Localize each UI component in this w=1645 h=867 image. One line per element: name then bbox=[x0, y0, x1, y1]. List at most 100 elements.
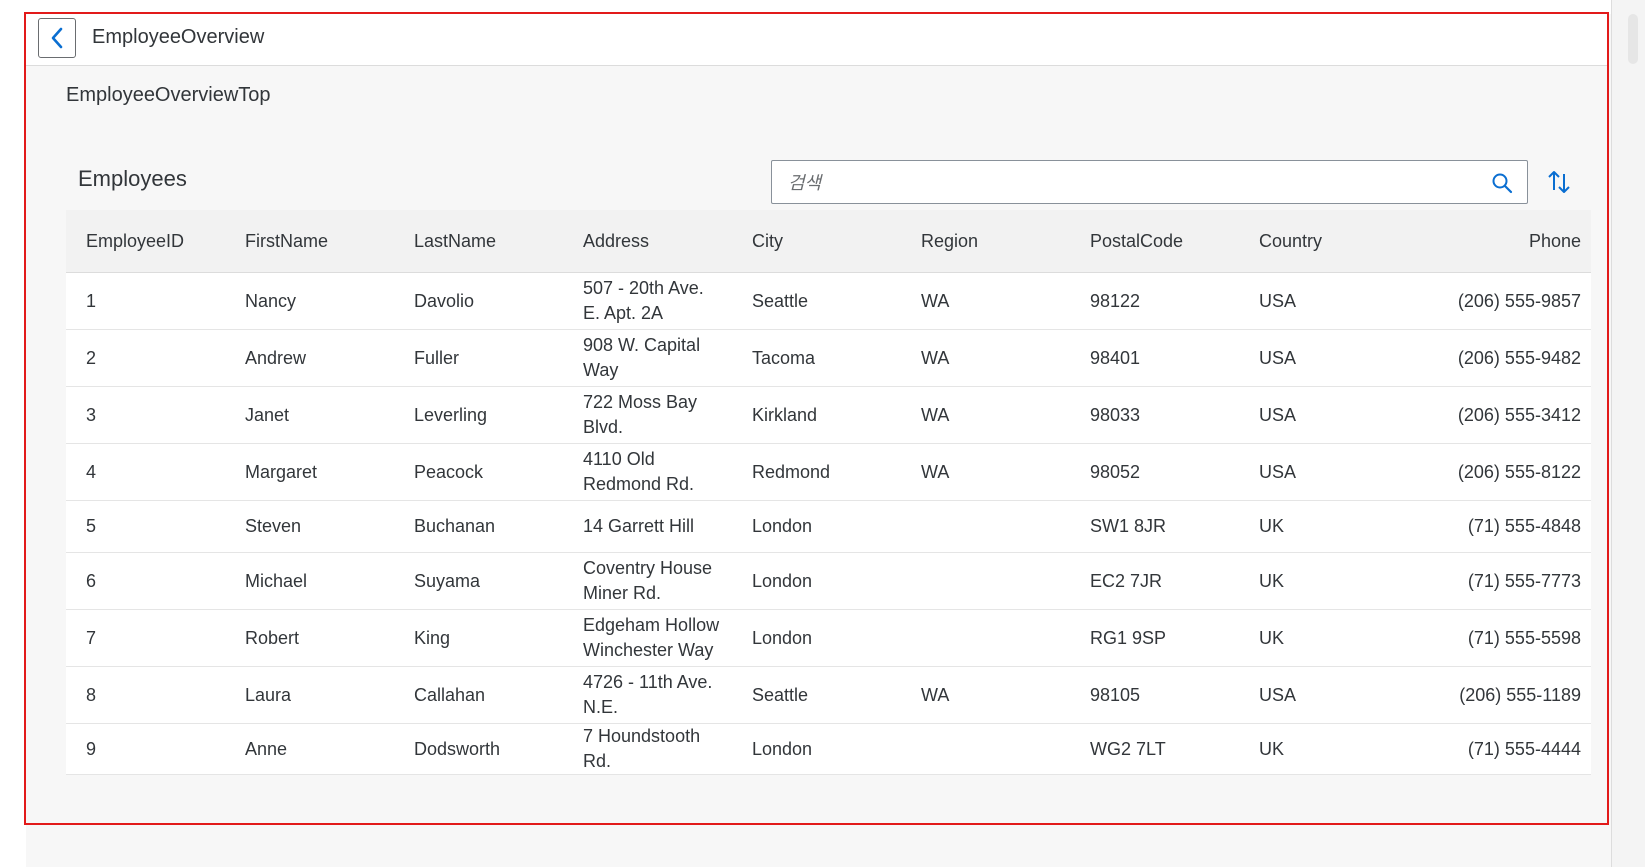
sort-icon[interactable] bbox=[1545, 168, 1573, 196]
cell-postalcode: RG1 9SP bbox=[1090, 627, 1167, 648]
cell-employeeid: 4 bbox=[86, 461, 97, 482]
cell-phone: (71) 555-7773 bbox=[1467, 570, 1581, 591]
cell-phone: (71) 555-5598 bbox=[1467, 627, 1581, 648]
cell-lastname: Callahan bbox=[414, 684, 486, 705]
column-header-postalcode[interactable]: PostalCode bbox=[1070, 229, 1239, 254]
chevron-left-icon bbox=[51, 27, 63, 49]
cell-address: 507 - 20th Ave. E. Apt. 2A bbox=[583, 278, 704, 323]
cell-address: 4110 Old Redmond Rd. bbox=[583, 449, 695, 494]
cell-lastname: Suyama bbox=[414, 570, 481, 591]
cell-postalcode: WG2 7LT bbox=[1090, 738, 1166, 759]
column-header-phone[interactable]: Phone bbox=[1408, 229, 1591, 254]
cell-phone: (206) 555-9857 bbox=[1457, 290, 1581, 311]
column-header-country[interactable]: Country bbox=[1239, 229, 1408, 254]
table-header-row: EmployeeID FirstName LastName Address Ci… bbox=[66, 210, 1591, 273]
cell-postalcode: EC2 7JR bbox=[1090, 570, 1163, 591]
column-header-address[interactable]: Address bbox=[563, 229, 732, 254]
cell-country: USA bbox=[1259, 347, 1297, 368]
cell-country: USA bbox=[1259, 290, 1297, 311]
cell-postalcode: SW1 8JR bbox=[1090, 516, 1167, 536]
cell-phone: (71) 555-4848 bbox=[1467, 516, 1581, 536]
cell-lastname: Dodsworth bbox=[414, 738, 501, 759]
search-icon[interactable] bbox=[1491, 172, 1513, 194]
table-row[interactable]: 4 Margaret Peacock 4110 Old Redmond Rd. Redm… bbox=[66, 444, 1591, 501]
cell-city: London bbox=[752, 570, 813, 591]
cell-country: USA bbox=[1259, 461, 1297, 482]
cell-firstname: Laura bbox=[245, 684, 292, 705]
cell-lastname: Leverling bbox=[414, 404, 488, 425]
cell-postalcode: 98033 bbox=[1090, 404, 1141, 425]
table-row[interactable]: 8 Laura Callahan 4726 - 11th Ave. N.E. Seatt… bbox=[66, 667, 1591, 724]
section-title: EmployeeOverviewTop bbox=[66, 84, 271, 106]
column-header-lastname[interactable]: LastName bbox=[394, 229, 563, 254]
cell-firstname: Robert bbox=[245, 627, 300, 648]
cell-employeeid: 7 bbox=[86, 627, 97, 648]
column-header-employeeid[interactable]: EmployeeID bbox=[66, 229, 225, 254]
cell-address: Coventry House Miner Rd. bbox=[583, 558, 713, 603]
cell-city: Seattle bbox=[752, 684, 809, 705]
cell-firstname: Michael bbox=[245, 570, 308, 591]
cell-postalcode: 98401 bbox=[1090, 347, 1141, 368]
table-row[interactable]: 7 Robert King Edgeham Hollow Winchester Way… bbox=[66, 610, 1591, 667]
cell-lastname: Buchanan bbox=[414, 516, 496, 536]
cell-country: UK bbox=[1259, 738, 1285, 759]
cell-phone: (206) 555-9482 bbox=[1457, 347, 1581, 368]
table-row[interactable]: 6 Michael Suyama Coventry House Miner Rd. Lo… bbox=[66, 553, 1591, 610]
cell-firstname: Janet bbox=[245, 404, 290, 425]
search-input[interactable] bbox=[786, 161, 1470, 205]
cell-firstname: Anne bbox=[245, 738, 288, 759]
cell-region: WA bbox=[921, 347, 950, 368]
cell-employeeid: 8 bbox=[86, 684, 97, 705]
cell-address: 4726 - 11th Ave. N.E. bbox=[583, 672, 713, 717]
cell-employeeid: 9 bbox=[86, 738, 97, 759]
cell-firstname: Nancy bbox=[245, 290, 297, 311]
cell-region: WA bbox=[921, 404, 950, 425]
cell-city: London bbox=[752, 516, 813, 536]
cell-address: 722 Moss Bay Blvd. bbox=[583, 392, 698, 437]
cell-postalcode: 98105 bbox=[1090, 684, 1141, 705]
employees-table: EmployeeID FirstName LastName Address Ci… bbox=[66, 210, 1591, 775]
cell-country: UK bbox=[1259, 570, 1285, 591]
cell-country: USA bbox=[1259, 404, 1297, 425]
cell-phone: (206) 555-8122 bbox=[1457, 461, 1581, 482]
table-row[interactable]: 2 Andrew Fuller 908 W. Capital Way Tacoma WA 9… bbox=[66, 330, 1591, 387]
cell-employeeid: 5 bbox=[86, 516, 97, 536]
cell-firstname: Steven bbox=[245, 516, 302, 536]
cell-lastname: King bbox=[414, 627, 451, 648]
table-row[interactable]: 1 Nancy Davolio 507 - 20th Ave. E. Apt. 2A S… bbox=[66, 273, 1591, 330]
scrollbar-thumb[interactable] bbox=[1628, 14, 1638, 64]
table-row[interactable]: 9 Anne Dodsworth 7 Houndstooth Rd. London WG2… bbox=[66, 724, 1591, 775]
cell-city: Seattle bbox=[752, 290, 809, 311]
cell-city: Kirkland bbox=[752, 404, 818, 425]
cell-city: Tacoma bbox=[752, 347, 816, 368]
column-header-city[interactable]: City bbox=[732, 229, 901, 254]
cell-region: WA bbox=[921, 684, 950, 705]
cell-lastname: Peacock bbox=[414, 461, 484, 482]
left-gutter bbox=[0, 14, 26, 867]
table-row[interactable]: 3 Janet Leverling 722 Moss Bay Blvd. Kirklan… bbox=[66, 387, 1591, 444]
page-title: EmployeeOverview bbox=[92, 26, 265, 48]
table-row[interactable]: 5 Steven Buchanan 14 Garrett Hill London SW1 … bbox=[66, 501, 1591, 553]
cell-address: Edgeham Hollow Winchester Way bbox=[583, 615, 720, 660]
cell-postalcode: 98122 bbox=[1090, 290, 1141, 311]
cell-firstname: Margaret bbox=[245, 461, 318, 482]
cell-address: 14 Garrett Hill bbox=[583, 516, 695, 536]
cell-city: London bbox=[752, 738, 813, 759]
column-header-firstname[interactable]: FirstName bbox=[225, 229, 394, 254]
cell-region: WA bbox=[921, 290, 950, 311]
cell-country: USA bbox=[1259, 684, 1297, 705]
cell-employeeid: 1 bbox=[86, 290, 97, 311]
scrollbar-track[interactable] bbox=[1611, 0, 1645, 867]
table-body: 1 Nancy Davolio 507 - 20th Ave. E. Apt. 2A S… bbox=[66, 273, 1591, 775]
cell-employeeid: 6 bbox=[86, 570, 97, 591]
cell-city: Redmond bbox=[752, 461, 831, 482]
search-field[interactable] bbox=[771, 160, 1528, 205]
column-header-region[interactable]: Region bbox=[901, 229, 1070, 254]
cell-lastname: Davolio bbox=[414, 290, 475, 311]
cell-address: 7 Houndstooth Rd. bbox=[583, 726, 701, 771]
cell-lastname: Fuller bbox=[414, 347, 460, 368]
cell-firstname: Andrew bbox=[245, 347, 307, 368]
cell-phone: (206) 555-3412 bbox=[1457, 404, 1581, 425]
back-button[interactable] bbox=[38, 18, 76, 58]
cell-employeeid: 3 bbox=[86, 404, 97, 425]
